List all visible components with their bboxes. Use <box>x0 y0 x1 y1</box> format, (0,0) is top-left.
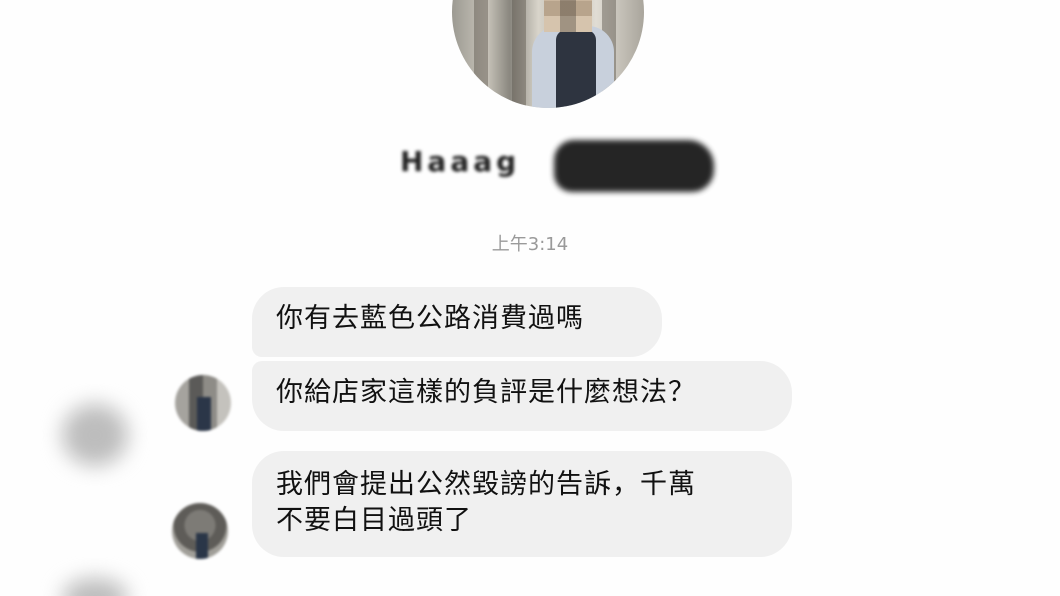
name-redaction-scribble <box>554 140 714 192</box>
message-text: 你有去藍色公路消費過嗎 <box>276 303 584 334</box>
tree-trunk <box>512 0 526 108</box>
message-text-line: 不要白目過頭了 <box>276 505 472 536</box>
profile-photo[interactable] <box>452 0 644 108</box>
person-vest <box>556 30 596 108</box>
message-bubble[interactable]: 我們會提出公然毀謗的告訴，千萬 不要白目過頭了 <box>252 451 792 557</box>
message-bubble[interactable]: 你給店家這樣的負評是什麼想法？ <box>252 361 792 431</box>
message-text-line: 我們會提出公然毀謗的告訴，千萬 <box>276 469 696 500</box>
messenger-conversation: Haaag 上午3:14 你有去藍色公路消費過嗎 你給店家這樣的負評是什麼想法？… <box>0 0 1060 596</box>
sender-avatar[interactable] <box>172 503 228 559</box>
blurred-avatar <box>62 404 128 466</box>
sender-avatar[interactable] <box>175 375 231 431</box>
message-text: 你給店家這樣的負評是什麼想法？ <box>276 377 696 408</box>
pixelated-face <box>544 0 592 32</box>
profile-name-text: Haaag <box>400 145 521 178</box>
tree-trunk <box>474 0 488 108</box>
message-timestamp: 上午3:14 <box>491 234 569 255</box>
blurred-avatar <box>62 578 128 596</box>
message-bubble[interactable]: 你有去藍色公路消費過嗎 <box>252 287 662 357</box>
